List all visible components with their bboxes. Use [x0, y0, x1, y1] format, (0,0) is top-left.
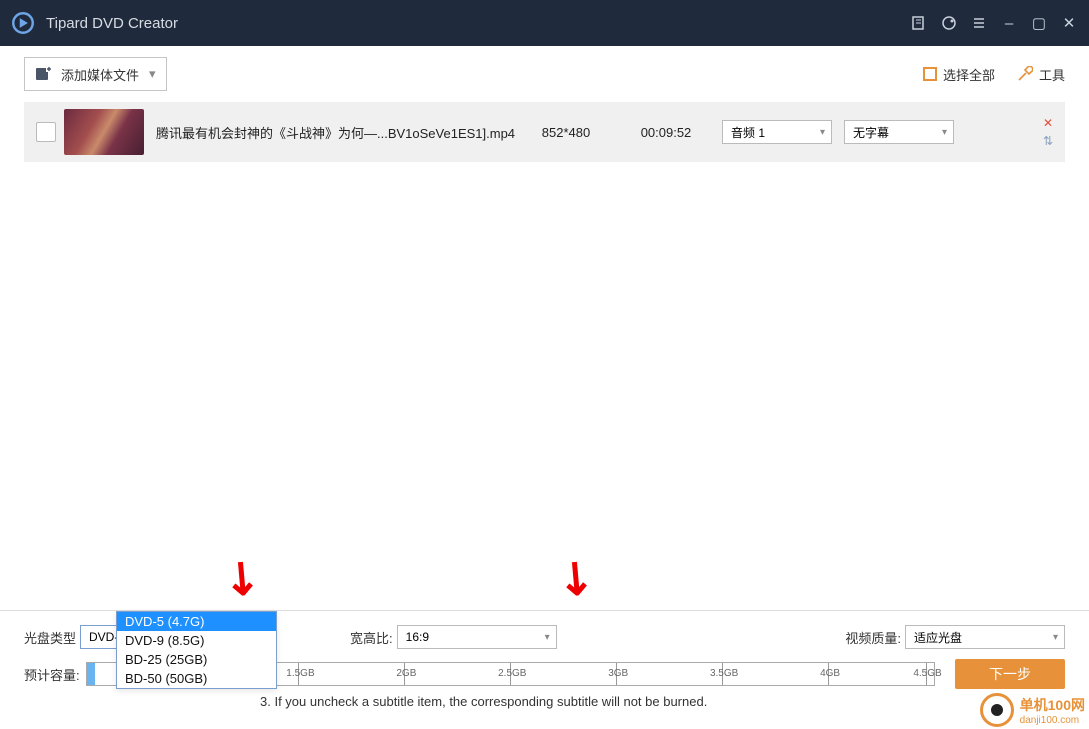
tools-label: 工具	[1039, 65, 1065, 84]
tick-label: 2.5GB	[497, 668, 527, 679]
bottom-panel: 光盘类型 DVD-5 (4.7G) ▾ 宽高比: 16:9 ▾ 视频质量: 适应…	[0, 610, 1089, 689]
row-checkbox[interactable]	[36, 122, 56, 142]
watermark-line1: 单机100网	[1020, 695, 1085, 715]
titlebar: Tipard DVD Creator – ▢ ✕	[0, 0, 1089, 46]
video-quality-value: 适应光盘	[914, 629, 962, 646]
chevron-down-icon: ▾	[1053, 632, 1058, 643]
add-media-label: 添加媒体文件	[61, 65, 139, 84]
filename-text: 腾讯最有机会封神的《斗战神》为何—...BV1oSeVe1ES1].mp4	[156, 123, 516, 142]
add-media-icon	[35, 65, 53, 83]
dropdown-item[interactable]: DVD-5 (4.7G)	[117, 612, 276, 631]
row-actions: ✕ ⇅	[1043, 116, 1053, 148]
titlebar-menu-icon[interactable]	[969, 13, 989, 33]
tick-label: 1.5GB	[285, 668, 315, 679]
select-all-label: 选择全部	[943, 65, 995, 84]
tick-label: 2GB	[391, 668, 421, 679]
add-media-button[interactable]: 添加媒体文件 ▾	[24, 57, 167, 91]
dropdown-item[interactable]: DVD-9 (8.5G)	[117, 631, 276, 650]
next-button[interactable]: 下一步	[955, 659, 1065, 689]
aspect-ratio-value: 16:9	[406, 630, 429, 644]
disc-type-label: 光盘类型	[24, 628, 76, 647]
audio-track-value: 音频 1	[731, 124, 765, 141]
select-all-checkbox[interactable]: 选择全部	[923, 65, 995, 84]
checkbox-icon	[923, 67, 937, 81]
video-thumbnail[interactable]	[64, 109, 144, 155]
close-button[interactable]: ✕	[1059, 13, 1079, 33]
tick-label: 4.5GB	[913, 668, 943, 679]
tools-icon	[1017, 66, 1033, 82]
aspect-ratio-select[interactable]: 16:9 ▾	[397, 625, 557, 649]
titlebar-history-icon[interactable]	[909, 13, 929, 33]
watermark: 单机100网 danji100.com	[980, 693, 1085, 727]
minimize-button[interactable]: –	[999, 13, 1019, 33]
media-row: 腾讯最有机会封神的《斗战神》为何—...BV1oSeVe1ES1].mp4 85…	[24, 102, 1065, 162]
media-list: 腾讯最有机会封神的《斗战神》为何—...BV1oSeVe1ES1].mp4 85…	[0, 102, 1089, 162]
duration-text: 00:09:52	[616, 125, 716, 140]
tick-label: 3.5GB	[709, 668, 739, 679]
subtitle-select[interactable]: 无字幕 ▾	[844, 120, 954, 144]
tick-label: 3GB	[603, 668, 633, 679]
chevron-down-icon: ▾	[149, 66, 156, 82]
aspect-ratio-label: 宽高比:	[350, 628, 393, 647]
capacity-label: 预计容量:	[24, 665, 80, 684]
disc-type-dropdown: DVD-5 (4.7G) DVD-9 (8.5G) BD-25 (25GB) B…	[116, 611, 277, 689]
subtitle-value: 无字幕	[853, 124, 889, 141]
watermark-line2: danji100.com	[1020, 715, 1085, 726]
watermark-logo-icon	[980, 693, 1014, 727]
note-text: 3. If you uncheck a subtitle item, the c…	[260, 694, 707, 709]
audio-track-select[interactable]: 音频 1 ▾	[722, 120, 832, 144]
toolbar: 添加媒体文件 ▾ 选择全部 工具	[0, 46, 1089, 102]
capacity-fill	[87, 663, 95, 685]
chevron-down-icon: ▾	[942, 127, 947, 138]
app-logo-icon	[10, 10, 36, 36]
chevron-down-icon: ▾	[545, 632, 550, 643]
titlebar-help-icon[interactable]	[939, 13, 959, 33]
dropdown-item[interactable]: BD-25 (25GB)	[117, 650, 276, 669]
maximize-button[interactable]: ▢	[1029, 13, 1049, 33]
annotation-arrow: ↘	[212, 546, 273, 609]
chevron-down-icon: ▾	[820, 127, 825, 138]
next-button-label: 下一步	[989, 664, 1031, 684]
video-quality-label: 视频质量:	[845, 628, 901, 647]
tools-button[interactable]: 工具	[1017, 65, 1065, 84]
resolution-text: 852*480	[516, 125, 616, 140]
tick-label: 4GB	[815, 668, 845, 679]
app-title: Tipard DVD Creator	[46, 15, 178, 32]
dropdown-item[interactable]: BD-50 (50GB)	[117, 669, 276, 688]
annotation-arrow: ↘	[546, 546, 607, 609]
delete-icon[interactable]: ✕	[1043, 116, 1053, 130]
sort-icon[interactable]: ⇅	[1043, 134, 1053, 148]
video-quality-select[interactable]: 适应光盘 ▾	[905, 625, 1065, 649]
